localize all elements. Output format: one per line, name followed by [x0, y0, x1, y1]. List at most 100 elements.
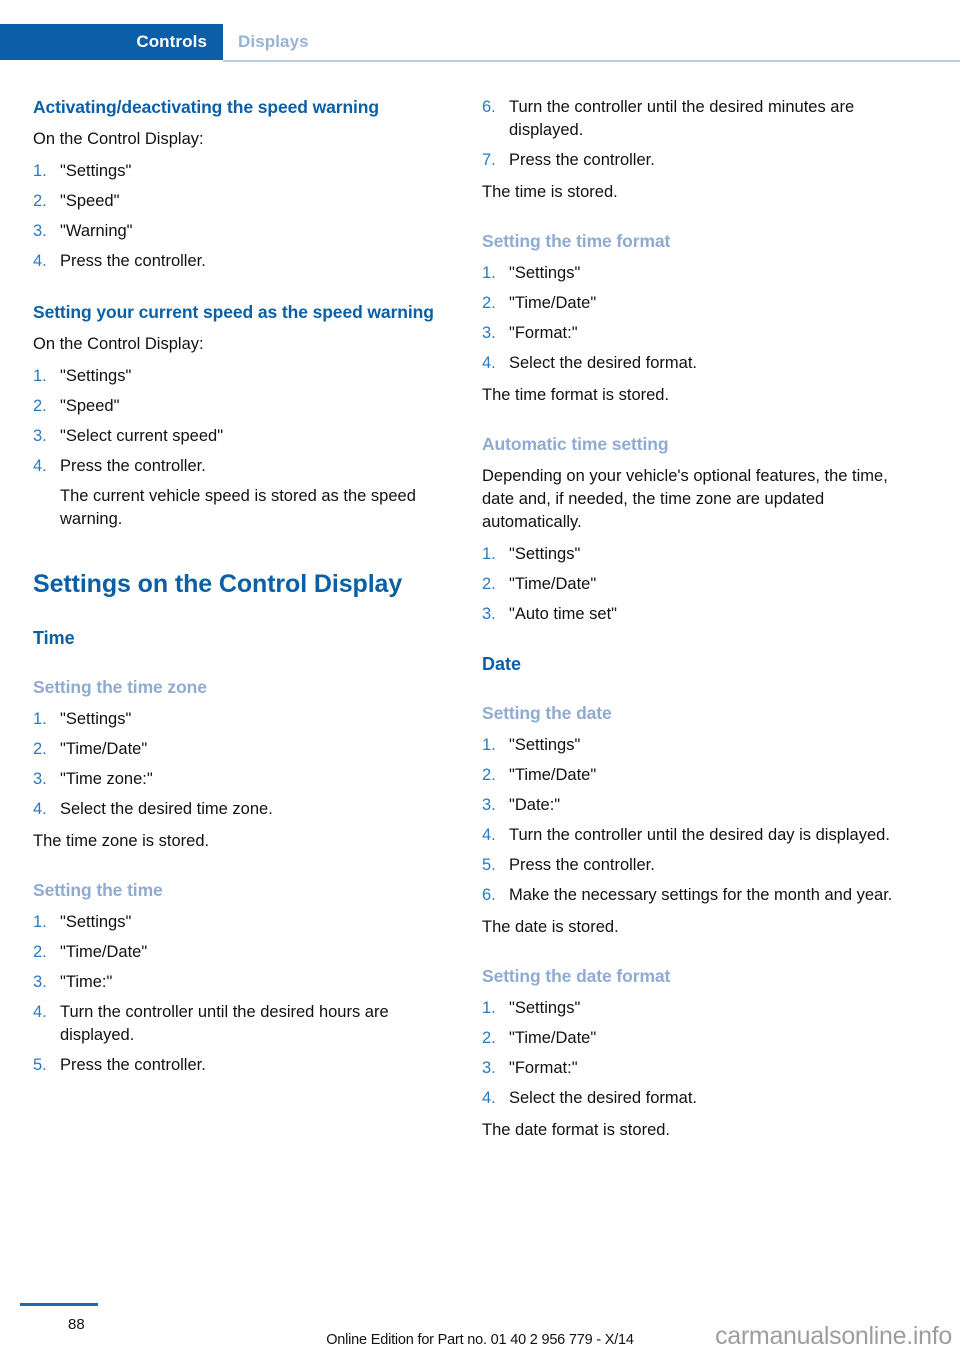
list-item: 1. "Settings": [33, 365, 445, 388]
step-number: 3.: [482, 605, 496, 623]
list-item: 3. "Time:": [33, 971, 445, 994]
step-text: "Settings": [509, 999, 581, 1017]
step-text: Select the desired time zone.: [60, 800, 273, 818]
list-item: 6. Make the necessary settings for the m…: [482, 884, 894, 907]
list-item: 2. "Speed": [33, 395, 445, 418]
list-item: 5. Press the controller.: [482, 854, 894, 877]
step-text: "Auto time set": [509, 605, 618, 623]
list-item: 1. "Settings": [33, 708, 445, 731]
step-text: Press the controller.: [60, 1056, 206, 1074]
list-item: 2. "Time/Date": [33, 941, 445, 964]
list-item: 3. "Warning": [33, 220, 445, 243]
steps-date-format: 1. "Settings" 2. "Time/Date" 3. "Format:…: [482, 997, 894, 1110]
step-text: Turn the controller until the desired ho…: [60, 1003, 389, 1044]
note-text: The current vehicle speed is stored as t…: [60, 487, 416, 528]
list-item: 2. "Speed": [33, 190, 445, 213]
step-number: 4.: [482, 354, 496, 372]
step-number: 7.: [482, 151, 496, 169]
watermark: carmanualsonline.info: [715, 1322, 952, 1350]
step-number: 3.: [33, 222, 47, 240]
step-text: "Time/Date": [509, 575, 597, 593]
list-item: 1. "Settings": [482, 262, 894, 285]
step-text: Make the necessary settings for the mont…: [509, 886, 893, 904]
list-item: 2. "Time/Date": [482, 1027, 894, 1050]
result-time-zone-stored: The time zone is stored.: [33, 832, 210, 850]
page-header: Controls Displays: [0, 24, 960, 62]
list-item: 5. Press the controller.: [33, 1054, 445, 1077]
step-number: 2.: [33, 740, 47, 758]
step-number: 3.: [33, 770, 47, 788]
step-number: 3.: [482, 324, 496, 342]
step-text: "Settings": [60, 367, 132, 385]
step-number: 4.: [482, 826, 496, 844]
step-number: 1.: [33, 913, 47, 931]
list-item: 1. "Settings": [33, 160, 445, 183]
step-text: "Settings": [60, 913, 132, 931]
page-title-settings-on-control-display: Settings on the Control Display: [33, 570, 403, 598]
tab-displays[interactable]: Displays: [238, 24, 309, 60]
step-number: 3.: [482, 796, 496, 814]
list-item: 7. Press the controller.: [482, 149, 894, 172]
step-text: "Time/Date": [509, 766, 597, 784]
steps-setting-time-continued: 6. Turn the controller until the desired…: [482, 96, 894, 172]
list-item: 2. "Time/Date": [482, 764, 894, 787]
list-item: 4. Press the controller.: [33, 250, 445, 273]
step-number: 5.: [482, 856, 496, 874]
heading-activating-deactivating-speed-warning: Activating/deactivating the speed warnin…: [33, 97, 379, 117]
steps-automatic-time: 1. "Settings" 2. "Time/Date" 3. "Auto ti…: [482, 543, 894, 626]
step-number: 1.: [482, 736, 496, 754]
step-number: 2.: [482, 575, 496, 593]
step-number: 2.: [33, 192, 47, 210]
step-number: 1.: [33, 162, 47, 180]
header-divider: [223, 60, 960, 62]
list-item: 3. "Select current speed": [33, 425, 445, 448]
step-number: 1.: [482, 999, 496, 1017]
step-number: 4.: [33, 1003, 47, 1021]
heading-automatic-time-setting: Automatic time setting: [482, 434, 669, 454]
list-item: 4. Select the desired format.: [482, 1087, 894, 1110]
step-text: "Time/Date": [509, 1029, 597, 1047]
steps-setting-date: 1. "Settings" 2. "Time/Date" 3. "Date:" …: [482, 734, 894, 907]
step-text: "Format:": [509, 324, 578, 342]
step-number: 1.: [482, 545, 496, 563]
step-text: "Warning": [60, 222, 133, 240]
step-text: "Settings": [60, 162, 132, 180]
intro-control-display-2: On the Control Display:: [33, 335, 204, 353]
step-number: 2.: [33, 397, 47, 415]
step-number: 1.: [33, 710, 47, 728]
list-item: 4. Select the desired format.: [482, 352, 894, 375]
list-item: 6. Turn the controller until the desired…: [482, 96, 894, 142]
step-number: 2.: [482, 294, 496, 312]
steps-current-speed: 1. "Settings" 2. "Speed" 3. "Select curr…: [33, 365, 445, 478]
steps-time-format: 1. "Settings" 2. "Time/Date" 3. "Format:…: [482, 262, 894, 375]
step-number: 4.: [33, 800, 47, 818]
list-item: 3. "Format:": [482, 1057, 894, 1080]
step-text: Press the controller.: [509, 151, 655, 169]
step-number: 1.: [482, 264, 496, 282]
tab-controls[interactable]: Controls: [0, 24, 223, 60]
step-number: 1.: [33, 367, 47, 385]
note-current-speed-stored: The current vehicle speed is stored as t…: [33, 485, 445, 531]
step-text: "Speed": [60, 397, 120, 415]
list-item: 4. Press the controller.: [33, 455, 445, 478]
step-text: "Time zone:": [60, 770, 153, 788]
step-number: 4.: [33, 457, 47, 475]
intro-control-display-1: On the Control Display:: [33, 130, 204, 148]
step-number: 2.: [482, 766, 496, 784]
heading-setting-current-speed-as-warning: Setting your current speed as the speed …: [33, 302, 434, 322]
step-text: Press the controller.: [509, 856, 655, 874]
step-number: 6.: [482, 98, 496, 116]
step-number: 6.: [482, 886, 496, 904]
steps-setting-time: 1. "Settings" 2. "Time/Date" 3. "Time:" …: [33, 911, 445, 1077]
result-time-format-stored: The time format is stored.: [482, 386, 670, 404]
heading-setting-the-date-format: Setting the date format: [482, 966, 671, 986]
heading-setting-the-time-zone: Setting the time zone: [33, 677, 207, 697]
list-item: 2. "Time/Date": [482, 573, 894, 596]
heading-setting-the-time-format: Setting the time format: [482, 231, 671, 251]
step-text: Turn the controller until the desired mi…: [509, 98, 855, 139]
result-time-stored: The time is stored.: [482, 183, 618, 201]
step-text: "Format:": [509, 1059, 578, 1077]
list-item: 3. "Time zone:": [33, 768, 445, 791]
steps-speed-warning-toggle: 1. "Settings" 2. "Speed" 3. "Warning" 4.…: [33, 160, 445, 273]
step-text: "Date:": [509, 796, 561, 814]
